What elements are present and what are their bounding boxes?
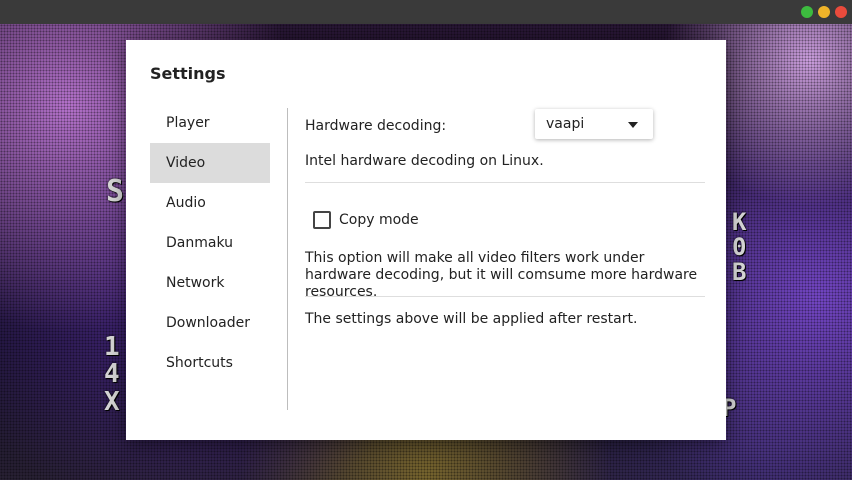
restart-note: The settings above will be applied after… bbox=[305, 311, 638, 327]
dropdown-caret-icon bbox=[628, 122, 638, 128]
nav-item-player[interactable]: Player bbox=[150, 103, 270, 143]
hardware-decoding-label: Hardware decoding: bbox=[305, 118, 447, 134]
nav-item-video[interactable]: Video bbox=[150, 143, 270, 183]
settings-nav: Player Video Audio Danmaku Network Downl… bbox=[150, 103, 270, 383]
nav-item-downloader[interactable]: Downloader bbox=[150, 303, 270, 343]
hardware-decoding-description: Intel hardware decoding on Linux. bbox=[305, 153, 544, 169]
nav-item-shortcuts[interactable]: Shortcuts bbox=[150, 343, 270, 383]
copy-mode-label[interactable]: Copy mode bbox=[339, 212, 419, 228]
hardware-decoding-select[interactable]: vaapi bbox=[535, 109, 653, 139]
nav-item-audio[interactable]: Audio bbox=[150, 183, 270, 223]
hardware-decoding-value: vaapi bbox=[546, 116, 585, 132]
close-button[interactable] bbox=[835, 6, 847, 18]
section-divider bbox=[305, 296, 705, 297]
settings-dialog: Settings Player Video Audio Danmaku Netw… bbox=[126, 40, 726, 440]
minimize-button[interactable] bbox=[801, 6, 813, 18]
window-titlebar bbox=[0, 0, 852, 24]
video-overlay-text-left-lower: 1 4 X bbox=[104, 332, 120, 417]
maximize-button[interactable] bbox=[818, 6, 830, 18]
copy-mode-checkbox[interactable] bbox=[313, 211, 331, 229]
nav-item-network[interactable]: Network bbox=[150, 263, 270, 303]
copy-mode-description: This option will make all video filters … bbox=[305, 250, 698, 300]
section-divider bbox=[305, 182, 705, 183]
nav-item-danmaku[interactable]: Danmaku bbox=[150, 223, 270, 263]
dialog-title: Settings bbox=[150, 64, 226, 83]
video-overlay-text-right: K 0 B bbox=[732, 208, 747, 287]
video-overlay-text-left: S bbox=[106, 174, 125, 209]
nav-divider bbox=[287, 108, 288, 410]
